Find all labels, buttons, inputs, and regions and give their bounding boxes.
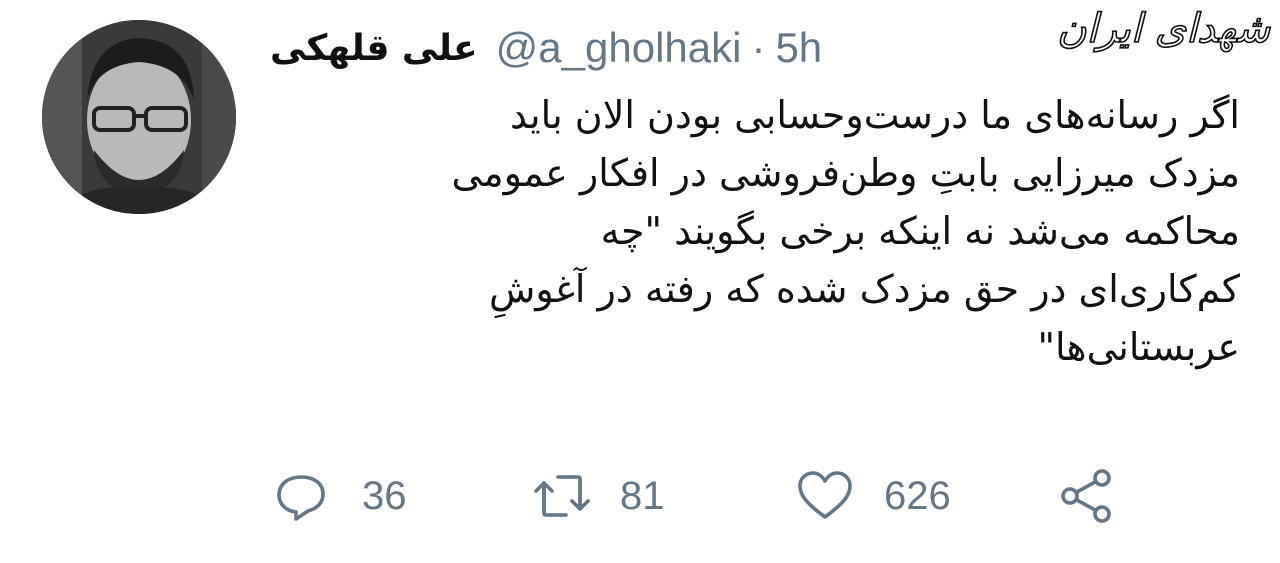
author-handle[interactable]: @a_gholhaki bbox=[496, 24, 742, 72]
tweet-line: محاکمه می‌شد نه اینکه برخی بگویند "چه bbox=[600, 209, 1240, 253]
tweet-line: کم‌کاری‌ای در حق مزدک شده که رفته در آغو… bbox=[488, 267, 1240, 311]
tweet-line: مزدک میرزایی بابتِ وطن‌فروشی در افکار عم… bbox=[451, 151, 1240, 195]
avatar[interactable] bbox=[42, 20, 236, 214]
tweet-line: عربستانی‌ها" bbox=[1037, 325, 1240, 369]
retweet-icon bbox=[534, 475, 590, 517]
tweet-text: اگر رسانه‌های ما درست‌وحسابی بودن الان ب… bbox=[290, 86, 1240, 376]
reply-count: 36 bbox=[362, 473, 407, 518]
avatar-photo bbox=[42, 20, 236, 214]
tweet-actions: 36 81 626 bbox=[0, 466, 1280, 526]
reply-icon bbox=[277, 475, 325, 521]
tweet-header: علی قلهکی @a_gholhaki · 5h bbox=[270, 18, 822, 78]
author-name[interactable]: علی قلهکی bbox=[270, 28, 478, 69]
retweet-button[interactable]: 81 bbox=[530, 466, 665, 526]
tweet-time[interactable]: 5h bbox=[775, 24, 822, 72]
reply-button[interactable]: 36 bbox=[274, 466, 407, 526]
tweet-line: اگر رسانه‌های ما درست‌وحسابی بودن الان ب… bbox=[510, 93, 1240, 137]
share-icon bbox=[1061, 469, 1111, 523]
heart-icon bbox=[798, 471, 852, 519]
retweet-count: 81 bbox=[620, 473, 665, 518]
like-button[interactable]: 626 bbox=[796, 466, 951, 526]
share-button[interactable] bbox=[1058, 466, 1114, 526]
watermark-logo: شهدای ایران bbox=[1056, 5, 1270, 53]
separator-dot: · bbox=[751, 24, 766, 71]
like-count: 626 bbox=[884, 473, 951, 518]
